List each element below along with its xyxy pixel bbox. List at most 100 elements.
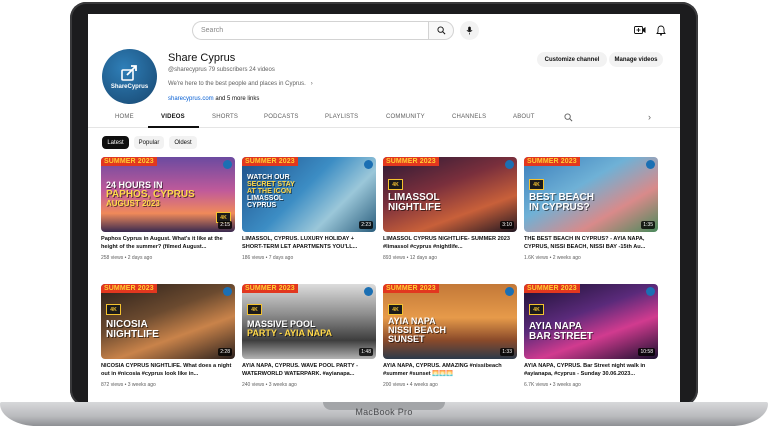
view-count: 186 views	[242, 255, 265, 261]
video-title[interactable]: LIMASSOL, CYPRUS. LUXURY HOLIDAY + SHORT…	[242, 236, 376, 252]
video-meta: 200 views • 4 weeks ago	[383, 382, 438, 388]
headline-line: SUNSET	[388, 334, 425, 344]
search-input[interactable]: Search	[192, 21, 428, 40]
video-thumbnail[interactable]: SUMMER 2023 4K NICOSIA NIGHTLIFE 2:28	[101, 284, 235, 359]
view-count: 872 views	[101, 382, 124, 388]
video-duration: 1:33	[500, 348, 514, 356]
video-duration: 3:10	[500, 221, 514, 229]
thumbnail-banner: SUMMER 2023	[242, 157, 298, 166]
video-card[interactable]: SUMMER 2023 24 HOURS IN PAPHOS, CYPRUS A…	[101, 157, 235, 261]
headline-line: PARTY - AYIA NAPA	[247, 328, 333, 338]
video-meta: 258 views • 2 days ago	[101, 255, 153, 261]
video-title[interactable]: LIMASSOL CYPRUS NIGHTLIFE- SUMMER 2023 #…	[383, 236, 517, 252]
video-card[interactable]: SUMMER 2023 4K LIMASSOL NIGHTLIFE 3:10 L…	[383, 157, 517, 261]
tab-playlists[interactable]: PLAYLISTS	[325, 114, 358, 120]
video-card[interactable]: SUMMER 2023 4K AYIA NAPA NISSI BEACH SUN…	[383, 284, 517, 388]
screen: Search ShareCyprus Share Cyprus @sharecy…	[88, 14, 680, 402]
thumbnail-banner: SUMMER 2023	[383, 284, 439, 293]
video-title[interactable]: AYIA NAPA, CYPRUS. WAVE POOL PARTY - WAT…	[242, 363, 376, 379]
upload-age: 3 weeks ago	[127, 382, 156, 388]
tab-podcasts[interactable]: PODCASTS	[264, 114, 299, 120]
tab-shorts[interactable]: SHORTS	[212, 114, 238, 120]
headline-line: CYPRUS	[247, 202, 277, 209]
channel-meta: @sharecyprus 79 subscribers 24 videos	[168, 67, 275, 73]
video-thumbnail[interactable]: SUMMER 2023 WATCH OUR SECRET STAY AT THE…	[242, 157, 376, 232]
microphone-icon	[466, 26, 473, 35]
upload-age: 3 weeks ago	[552, 382, 581, 388]
tab-videos[interactable]: VIDEOS	[161, 114, 185, 120]
video-card[interactable]: SUMMER 2023 4K AYIA NAPA BAR STREET 10:5…	[524, 284, 658, 388]
video-title[interactable]: AYIA NAPA, CYPRUS. Bar Street night walk…	[524, 363, 658, 379]
filter-popular[interactable]: Popular	[134, 136, 164, 149]
thumbnail-banner: SUMMER 2023	[524, 284, 580, 293]
manage-videos-button[interactable]: Manage videos	[609, 52, 663, 67]
share-arrow-icon	[120, 64, 137, 81]
create-button[interactable]	[633, 23, 647, 37]
notifications-button[interactable]	[654, 23, 668, 37]
headline-line: BAR STREET	[529, 331, 593, 342]
channel-logo-icon	[223, 287, 232, 296]
tab-about[interactable]: ABOUT	[513, 114, 535, 120]
channel-avatar[interactable]: ShareCyprus	[102, 49, 157, 104]
video-title[interactable]: AYIA NAPA, CYPRUS. AMAZING #nissibeach #…	[383, 363, 517, 379]
headline-line: AT THE ICON	[247, 188, 292, 195]
video-card[interactable]: SUMMER 2023 4K MASSIVE POOL PARTY - AYIA…	[242, 284, 376, 388]
channel-name: Share Cyprus	[168, 52, 236, 64]
video-thumbnail[interactable]: SUMMER 2023 4K AYIA NAPA BAR STREET 10:5…	[524, 284, 658, 359]
thumbnail-banner: SUMMER 2023	[383, 157, 439, 166]
search-icon[interactable]	[564, 113, 573, 122]
video-meta: 240 views • 3 weeks ago	[242, 382, 297, 388]
channel-tabs: HOME VIDEOS SHORTS PODCASTS PLAYLISTS CO…	[88, 110, 680, 128]
4k-badge: 4K	[529, 179, 544, 190]
video-duration: 10:58	[638, 348, 655, 356]
video-thumbnail[interactable]: SUMMER 2023 4K MASSIVE POOL PARTY - AYIA…	[242, 284, 376, 359]
view-count: 200 views	[383, 382, 406, 388]
video-meta: 186 views • 7 days ago	[242, 255, 294, 261]
video-title[interactable]: Paphos Cyprus in August. What's it like …	[101, 236, 235, 252]
channel-website-link[interactable]: sharecyprus.com	[168, 96, 214, 102]
channel-logo-icon	[505, 287, 514, 296]
video-duration: 1:48	[359, 348, 373, 356]
customize-channel-button[interactable]: Customize channel	[537, 52, 607, 67]
thumbnail-headline: AYIA NAPA NISSI BEACH SUNSET	[388, 317, 446, 344]
upload-age: 7 days ago	[268, 255, 294, 261]
upload-age: 4 weeks ago	[409, 382, 438, 388]
view-count: 893 views	[383, 255, 406, 261]
channel-logo-icon	[646, 287, 655, 296]
video-card[interactable]: SUMMER 2023 4K BEST BEACH IN CYPRUS? 1:3…	[524, 157, 658, 261]
tab-channels[interactable]: CHANNELS	[452, 114, 486, 120]
upload-age: 2 days ago	[127, 255, 153, 261]
tab-home[interactable]: HOME	[115, 114, 134, 120]
headline-line: SECRET STAY	[247, 181, 295, 188]
4k-badge: 4K	[529, 304, 544, 315]
headline-line: IN CYPRUS?	[529, 202, 590, 213]
chevron-right-icon[interactable]: ›	[648, 112, 651, 122]
video-thumbnail[interactable]: SUMMER 2023 4K BEST BEACH IN CYPRUS? 1:3…	[524, 157, 658, 232]
upload-age: 12 days ago	[409, 255, 438, 261]
video-camera-plus-icon	[634, 26, 646, 34]
view-count: 258 views	[101, 255, 124, 261]
tab-community[interactable]: COMMUNITY	[386, 114, 425, 120]
search-button[interactable]	[428, 21, 454, 40]
video-thumbnail[interactable]: SUMMER 2023 4K AYIA NAPA NISSI BEACH SUN…	[383, 284, 517, 359]
filter-latest[interactable]: Latest	[102, 136, 129, 149]
thumbnail-headline: 24 HOURS IN PAPHOS, CYPRUS AUGUST 2023	[106, 181, 195, 208]
video-title[interactable]: THE BEST BEACH IN CYPRUS? - AYIA NAPA, C…	[524, 236, 658, 252]
4k-badge: 4K	[247, 304, 262, 315]
video-thumbnail[interactable]: SUMMER 2023 4K LIMASSOL NIGHTLIFE 3:10	[383, 157, 517, 232]
thumbnail-banner: SUMMER 2023	[101, 157, 157, 166]
view-count: 6.7K views	[524, 382, 549, 388]
channel-description[interactable]: We're here to the best people and places…	[168, 81, 313, 87]
voice-search-button[interactable]	[460, 21, 479, 40]
upload-age: 3 weeks ago	[268, 382, 297, 388]
video-card[interactable]: SUMMER 2023 4K NICOSIA NIGHTLIFE 2:28 NI…	[101, 284, 235, 388]
video-thumbnail[interactable]: SUMMER 2023 24 HOURS IN PAPHOS, CYPRUS A…	[101, 157, 235, 232]
view-count: 240 views	[242, 382, 265, 388]
video-title[interactable]: NICOSIA CYPRUS NIGHTLIFE. What does a ni…	[101, 363, 235, 379]
thumbnail-headline: NICOSIA NIGHTLIFE	[106, 320, 159, 340]
filter-oldest[interactable]: Oldest	[169, 136, 197, 149]
more-links[interactable]: and 5 more links	[215, 96, 259, 102]
video-card[interactable]: SUMMER 2023 WATCH OUR SECRET STAY AT THE…	[242, 157, 376, 261]
thumbnail-banner: SUMMER 2023	[101, 284, 157, 293]
channel-links: sharecyprus.com and 5 more links	[168, 96, 259, 102]
